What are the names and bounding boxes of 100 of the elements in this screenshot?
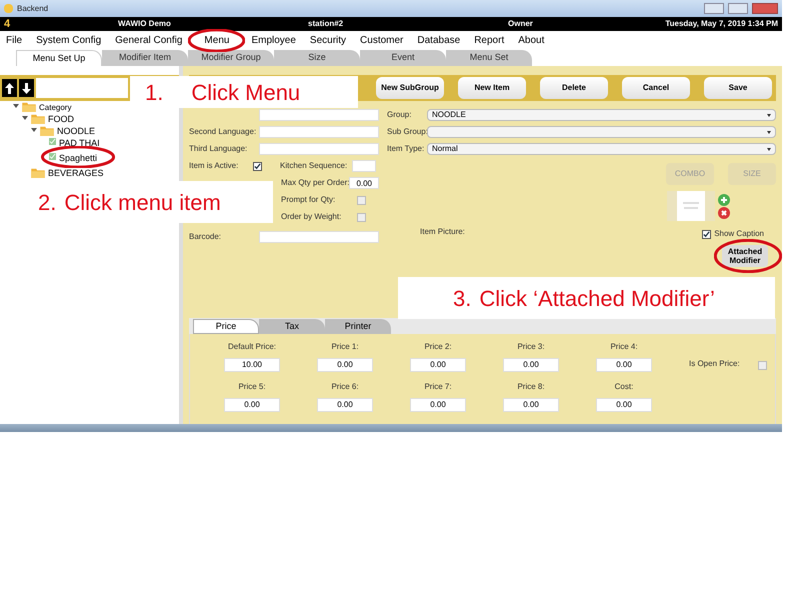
toolbar-button[interactable]: Delete xyxy=(540,77,608,99)
tab[interactable]: Menu Set Up xyxy=(16,50,102,66)
menu-item[interactable]: About xyxy=(518,34,544,46)
app-icon xyxy=(4,4,13,13)
input-field[interactable]: 0.00 xyxy=(596,398,652,412)
item-icon xyxy=(49,153,56,160)
field-label: Item Picture: xyxy=(420,227,465,236)
field-label: Order by Weight: xyxy=(281,211,342,223)
tree-item[interactable]: BEVERAGES xyxy=(48,168,104,178)
caret-icon xyxy=(767,130,771,134)
move-down-button[interactable] xyxy=(19,79,34,97)
checkbox[interactable] xyxy=(357,196,366,204)
maximize-button[interactable] xyxy=(728,3,748,14)
menu-item[interactable]: Report xyxy=(474,34,504,46)
tree-item[interactable]: Category xyxy=(39,103,72,112)
field-label: Kitchen Sequence: xyxy=(280,160,348,172)
step-number: 1. xyxy=(145,78,164,106)
checkbox[interactable] xyxy=(357,212,366,222)
field-label: Group: xyxy=(387,109,412,121)
checkbox[interactable] xyxy=(702,230,712,238)
input-field[interactable]: 0.00 xyxy=(349,177,379,189)
tab[interactable]: Menu Set xyxy=(446,50,532,66)
input-field[interactable] xyxy=(259,126,379,138)
tab[interactable]: Printer xyxy=(325,319,391,334)
input-field[interactable]: 0.00 xyxy=(503,358,559,372)
step-number: 3. xyxy=(453,284,472,312)
dropdown[interactable]: Normal xyxy=(427,143,776,155)
tree-item[interactable]: PAD THAI xyxy=(59,138,100,148)
tab[interactable]: Modifier Item xyxy=(102,50,188,66)
toolbar-button[interactable]: New Item xyxy=(458,77,526,99)
input-field[interactable]: 0.00 xyxy=(224,398,280,412)
checkbox[interactable] xyxy=(253,162,262,170)
input-field[interactable]: 0.00 xyxy=(410,358,466,372)
field-label: Item Type: xyxy=(387,143,426,155)
toolbar-button[interactable]: Cancel xyxy=(622,77,690,99)
checkbox[interactable] xyxy=(758,361,767,370)
folder-icon xyxy=(31,166,45,178)
field-label: Barcode: xyxy=(189,231,222,243)
input-field[interactable] xyxy=(259,109,379,121)
add-icon[interactable] xyxy=(718,194,730,206)
field-label: Show Caption xyxy=(714,228,764,240)
toolbar-button[interactable]: New SubGroup xyxy=(376,77,444,99)
company-name: WAWIO Demo xyxy=(118,18,172,30)
tab[interactable]: Price xyxy=(193,319,259,334)
input-field[interactable]: 10.00 xyxy=(224,358,280,372)
field-label: Sub Group: xyxy=(387,126,427,138)
tab[interactable]: Tax xyxy=(259,319,325,334)
step-number: 2. xyxy=(38,188,56,216)
field-label: Price 5: xyxy=(238,381,266,393)
menu-item[interactable]: System Config xyxy=(36,34,102,46)
menu-item[interactable]: Customer xyxy=(360,34,404,46)
toolbar-button[interactable]: Save xyxy=(704,77,772,99)
dropdown[interactable] xyxy=(427,126,776,138)
caret-icon xyxy=(767,148,771,150)
logo: 4 xyxy=(3,16,12,32)
field-label: Is Open Price: xyxy=(689,358,740,370)
input-field[interactable]: 0.00 xyxy=(596,358,652,372)
tree-item[interactable]: NOODLE xyxy=(57,126,96,136)
field-label: Third Language: xyxy=(189,143,248,155)
move-up-button[interactable] xyxy=(2,79,17,97)
tab[interactable]: Event xyxy=(360,50,446,66)
menu-item[interactable]: File xyxy=(6,34,22,46)
input-field[interactable]: 0.00 xyxy=(317,358,373,372)
menu-item[interactable]: Database xyxy=(417,34,460,46)
dropdown[interactable]: NOODLE xyxy=(427,109,776,121)
remove-icon[interactable] xyxy=(718,206,730,218)
highlight-ring xyxy=(714,239,782,273)
field-label: Default Price: xyxy=(228,341,276,353)
input-field[interactable] xyxy=(352,160,376,172)
folder-icon xyxy=(40,124,54,136)
step-instruction: Click menu item xyxy=(64,188,221,216)
item-icon xyxy=(49,138,56,145)
field-label: Item is Active: xyxy=(189,160,240,172)
tree-item[interactable]: FOOD xyxy=(48,114,74,124)
tab[interactable]: Modifier Group xyxy=(188,50,274,66)
input-field[interactable] xyxy=(259,231,379,243)
field-label: Max Qty per Order: xyxy=(281,177,350,189)
station-name: station#2 xyxy=(308,18,344,30)
menu-item[interactable]: Employee xyxy=(251,34,296,46)
field-label: Price 6: xyxy=(331,381,359,393)
input-field[interactable]: 0.00 xyxy=(503,398,559,412)
arrow-up-icon xyxy=(4,82,15,94)
close-button[interactable] xyxy=(752,3,778,14)
attached-modifier-button[interactable]: Attached Modifier xyxy=(722,245,768,267)
input-field[interactable] xyxy=(259,143,379,155)
field-label: Price 8: xyxy=(517,381,545,393)
minimize-button[interactable] xyxy=(704,3,724,14)
window-title: Backend xyxy=(17,2,48,14)
input-field[interactable] xyxy=(36,78,128,98)
user-name: Owner xyxy=(508,18,534,30)
menu-item[interactable]: Security xyxy=(310,34,346,46)
highlight-ring xyxy=(188,28,246,52)
caret-icon xyxy=(767,114,771,116)
menu-item[interactable]: General Config xyxy=(115,34,182,46)
input-field[interactable]: 0.00 xyxy=(410,398,466,412)
field-label: Price 1: xyxy=(331,341,359,353)
field-label: Price 3: xyxy=(517,341,545,353)
input-field[interactable]: 0.00 xyxy=(317,398,373,412)
tab[interactable]: Size xyxy=(274,50,360,66)
field-label: Second Language: xyxy=(189,126,256,138)
